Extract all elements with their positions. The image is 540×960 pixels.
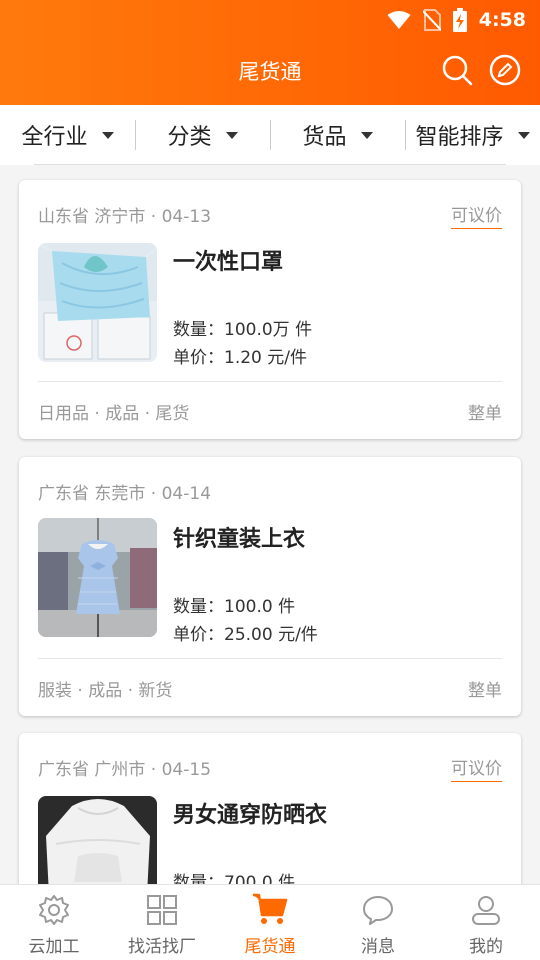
listing-unit-price: 单价：1.20 元/件 xyxy=(173,348,307,368)
listing-card[interactable]: 广东省 广州市 · 04-15 可议价 男女通穿防晒衣 数量：700.0 件 xyxy=(19,733,521,884)
grid-icon xyxy=(147,895,177,925)
filter-industry-label: 全行业 xyxy=(21,125,88,150)
listing-unit-price: 单价：25.00 元/件 xyxy=(173,625,318,645)
filter-category-label: 分类 xyxy=(167,125,212,150)
listing-location: 广东省 广州市 · 04-15 xyxy=(38,760,212,780)
tab-label: 云加工 xyxy=(28,937,80,957)
tab-label: 我的 xyxy=(469,937,503,957)
tab-find-work[interactable]: 找活找厂 xyxy=(108,885,216,960)
listing-thumbnail[interactable] xyxy=(38,518,157,637)
dropdown-caret-icon xyxy=(360,131,373,139)
tab-label: 找活找厂 xyxy=(128,937,196,957)
filter-industry[interactable]: 全行业 xyxy=(0,105,135,165)
listing-title: 针织童装上衣 xyxy=(173,527,306,552)
listing-tags: 日用品 · 成品 · 尾货 xyxy=(38,404,190,424)
listing-thumbnail[interactable] xyxy=(38,243,157,362)
card-divider xyxy=(38,381,502,382)
tab-label: 尾货通 xyxy=(244,937,296,957)
negotiable-badge: 可议价 xyxy=(451,201,502,229)
gear-icon xyxy=(39,895,69,925)
listing-quantity: 数量：700.0 件 xyxy=(173,873,296,884)
listing-location: 山东省 济宁市 · 04-13 xyxy=(38,207,212,227)
listing-order-type: 整单 xyxy=(468,681,502,701)
card-divider xyxy=(38,658,502,659)
negotiable-badge: 可议价 xyxy=(451,754,502,782)
listing-quantity: 数量：100.0万 件 xyxy=(173,320,313,340)
sun-protection-jacket-image xyxy=(38,796,157,884)
listing-tags: 服装 · 成品 · 新货 xyxy=(38,681,173,701)
user-icon xyxy=(472,896,500,925)
edit-icon[interactable] xyxy=(489,54,521,86)
listing-card[interactable]: 广东省 东莞市 · 04-14 针织童装上衣 数量：100.0 件 单价：25.… xyxy=(19,457,521,716)
battery-charging-icon xyxy=(452,8,467,32)
listing-title: 一次性口罩 xyxy=(173,250,284,275)
status-bar: 4:58 xyxy=(387,6,526,34)
childrens-top-product-image xyxy=(38,518,157,637)
filter-goods[interactable]: 货品 xyxy=(270,105,405,165)
tab-label: 消息 xyxy=(361,937,395,957)
listing-title: 男女通穿防晒衣 xyxy=(173,803,328,828)
filter-sort[interactable]: 智能排序 xyxy=(405,105,540,165)
dropdown-caret-icon xyxy=(225,131,238,139)
listing-quantity: 数量：100.0 件 xyxy=(173,597,296,617)
mask-product-image xyxy=(38,243,157,362)
tab-surplus-goods[interactable]: 尾货通 xyxy=(216,885,324,960)
chat-bubble-icon xyxy=(363,896,393,925)
bottom-tab-bar: 云加工 找活找厂 尾货通 消息 我的 xyxy=(0,884,540,960)
tab-cloud-processing[interactable]: 云加工 xyxy=(0,885,108,960)
cart-icon xyxy=(253,893,288,924)
listing-order-type: 整单 xyxy=(468,404,502,424)
search-icon[interactable] xyxy=(441,54,473,86)
wifi-icon xyxy=(387,11,411,29)
listing-location: 广东省 东莞市 · 04-14 xyxy=(38,484,212,504)
dropdown-caret-icon xyxy=(101,131,114,139)
app-header: 4:58 尾货通 xyxy=(0,0,540,105)
filter-goods-label: 货品 xyxy=(302,125,347,150)
filter-category[interactable]: 分类 xyxy=(135,105,270,165)
no-sim-icon xyxy=(422,9,441,31)
dropdown-caret-icon xyxy=(517,131,530,139)
listing-thumbnail[interactable] xyxy=(38,796,157,884)
listing-list[interactable]: 山东省 济宁市 · 04-13 可议价 一次性口罩 数量：100.0万 件 单价… xyxy=(0,165,540,884)
tab-messages[interactable]: 消息 xyxy=(324,885,432,960)
status-time: 4:58 xyxy=(478,9,526,31)
listing-card[interactable]: 山东省 济宁市 · 04-13 可议价 一次性口罩 数量：100.0万 件 单价… xyxy=(19,180,521,439)
tab-profile[interactable]: 我的 xyxy=(432,885,540,960)
filter-sort-label: 智能排序 xyxy=(415,125,504,150)
filter-bar: 全行业 分类 货品 智能排序 xyxy=(0,105,540,165)
